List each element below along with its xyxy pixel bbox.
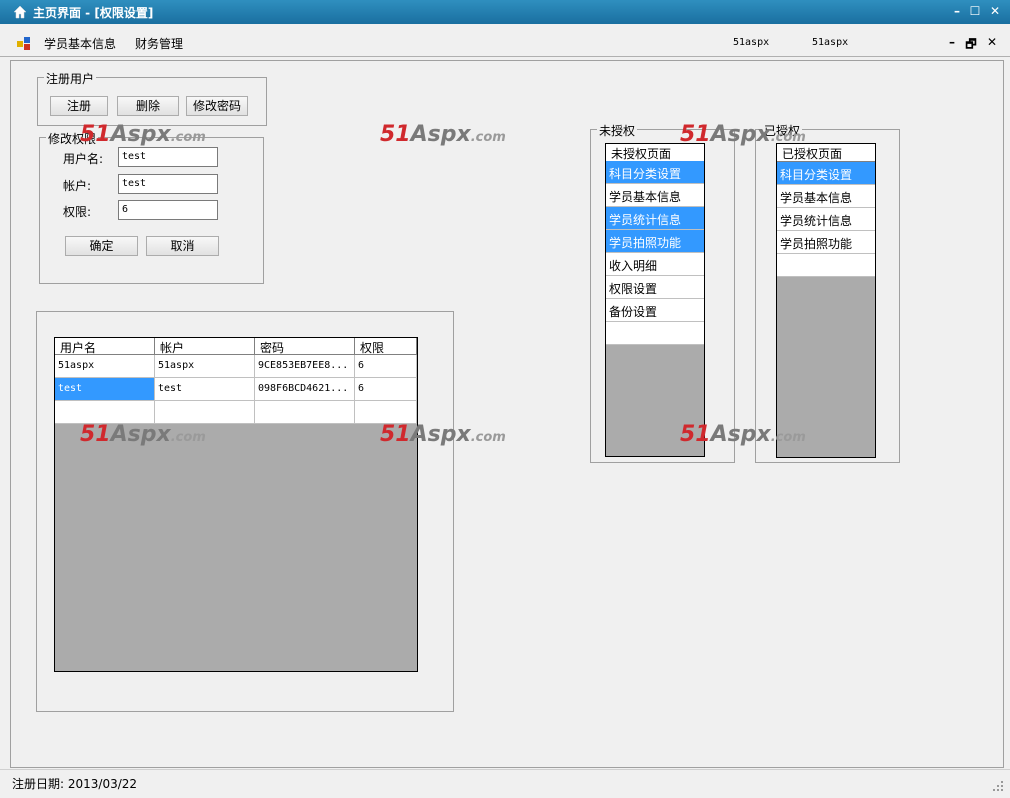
table-row-new[interactable] <box>55 401 417 424</box>
grid-header-permission[interactable]: 权限 <box>355 338 417 355</box>
grid-cell-permission[interactable] <box>355 401 417 424</box>
home-icon <box>13 5 27 19</box>
users-grid[interactable]: 用户名 帐户 密码 权限 51aspx 51aspx 9CE853EB7EE8.… <box>54 337 418 672</box>
list-item[interactable]: 学员基本信息 <box>777 185 875 208</box>
account-field[interactable]: test <box>118 174 218 194</box>
status-register-date: 注册日期: 2013/03/22 <box>12 777 138 791</box>
ok-button[interactable]: 确定 <box>65 236 138 256</box>
grid-cell-password[interactable] <box>255 401 355 424</box>
grid-cell-account[interactable] <box>155 401 255 424</box>
grid-header-password[interactable]: 密码 <box>255 338 355 355</box>
table-row[interactable]: test test 098F6BCD4621... 6 <box>55 378 417 401</box>
register-button[interactable]: 注册 <box>50 96 108 116</box>
account-label: 帐户: <box>63 179 92 193</box>
list-item[interactable]: 学员统计信息 <box>777 208 875 231</box>
unauthorized-listbox[interactable]: 未授权页面 科目分类设置 学员基本信息 学员统计信息 学员拍照功能 收入明细 权… <box>605 143 705 457</box>
menu-finance[interactable]: 财务管理 <box>135 35 183 52</box>
window-title: 主页界面 - [权限设置] <box>33 6 154 20</box>
modify-permission-group: 修改权限 用户名: test 帐户: test 权限: 6 确定 取消 <box>39 130 264 284</box>
unauthorized-list-header: 未授权页面 <box>606 144 704 162</box>
unauthorized-group-legend: 未授权 <box>597 122 638 139</box>
close-button[interactable]: ✕ <box>986 3 1004 20</box>
grid-cell-password[interactable]: 098F6BCD4621... <box>255 378 355 401</box>
grid-cell-permission[interactable]: 6 <box>355 355 417 378</box>
list-item[interactable]: 科目分类设置 <box>606 161 704 184</box>
authorized-listbox[interactable]: 已授权页面 科目分类设置 学员基本信息 学员统计信息 学员拍照功能 <box>776 143 876 458</box>
grid-cell-password[interactable]: 9CE853EB7EE8... <box>255 355 355 378</box>
grid-header-account[interactable]: 帐户 <box>155 338 255 355</box>
table-row[interactable]: 51aspx 51aspx 9CE853EB7EE8... 6 <box>55 355 417 378</box>
list-item[interactable]: 学员统计信息 <box>606 207 704 230</box>
authorized-group-legend: 已授权 <box>762 122 803 139</box>
mdi-close-button[interactable]: ✕ <box>985 35 999 49</box>
title-bar: 主页界面 - [权限设置] – ☐ ✕ <box>0 0 1010 24</box>
permission-label: 权限: <box>63 205 92 219</box>
delete-button[interactable]: 删除 <box>117 96 179 116</box>
list-item[interactable]: 学员基本信息 <box>606 184 704 207</box>
status-bar: 注册日期: 2013/03/22 <box>0 769 1010 798</box>
mdi-restore-button[interactable]: 🗗 <box>964 35 978 56</box>
maximize-button[interactable]: ☐ <box>966 3 984 20</box>
username-field[interactable]: test <box>118 147 218 167</box>
menu-right-item-1[interactable]: 51aspx <box>733 37 769 48</box>
grid-cell-username-selected[interactable]: test <box>55 378 155 401</box>
grid-cell-account[interactable]: test <box>155 378 255 401</box>
grid-header-username[interactable]: 用户名 <box>55 338 155 355</box>
resize-grip-icon[interactable] <box>992 780 1004 792</box>
grid-cell-username[interactable] <box>55 401 155 424</box>
menu-student-info[interactable]: 学员基本信息 <box>44 35 116 52</box>
grid-cell-username[interactable]: 51aspx <box>55 355 155 378</box>
cancel-button[interactable]: 取消 <box>146 236 219 256</box>
app-menu-icon[interactable] <box>17 37 31 51</box>
list-item[interactable]: 学员拍照功能 <box>777 231 875 254</box>
register-group-legend: 注册用户 <box>44 70 97 87</box>
menu-bar: 学员基本信息 财务管理 51aspx 51aspx – 🗗 ✕ <box>0 24 1010 57</box>
menu-right-item-2[interactable]: 51aspx <box>812 37 848 48</box>
minimize-button[interactable]: – <box>948 3 966 20</box>
permission-field[interactable]: 6 <box>118 200 218 220</box>
list-item[interactable]: 科目分类设置 <box>777 162 875 185</box>
authorized-list-header: 已授权页面 <box>777 144 875 162</box>
modify-group-legend: 修改权限 <box>46 130 99 147</box>
grid-cell-account[interactable]: 51aspx <box>155 355 255 378</box>
username-label: 用户名: <box>63 152 104 166</box>
list-item[interactable]: 权限设置 <box>606 276 704 299</box>
mdi-minimize-button[interactable]: – <box>945 35 959 49</box>
list-item[interactable]: 备份设置 <box>606 299 704 322</box>
list-item[interactable]: 学员拍照功能 <box>606 230 704 253</box>
list-item-empty[interactable] <box>777 254 875 277</box>
grid-cell-permission[interactable]: 6 <box>355 378 417 401</box>
change-password-button[interactable]: 修改密码 <box>186 96 248 116</box>
register-group: 注册用户 注册 删除 修改密码 <box>37 70 267 126</box>
list-item[interactable]: 收入明细 <box>606 253 704 276</box>
list-item-empty[interactable] <box>606 322 704 345</box>
